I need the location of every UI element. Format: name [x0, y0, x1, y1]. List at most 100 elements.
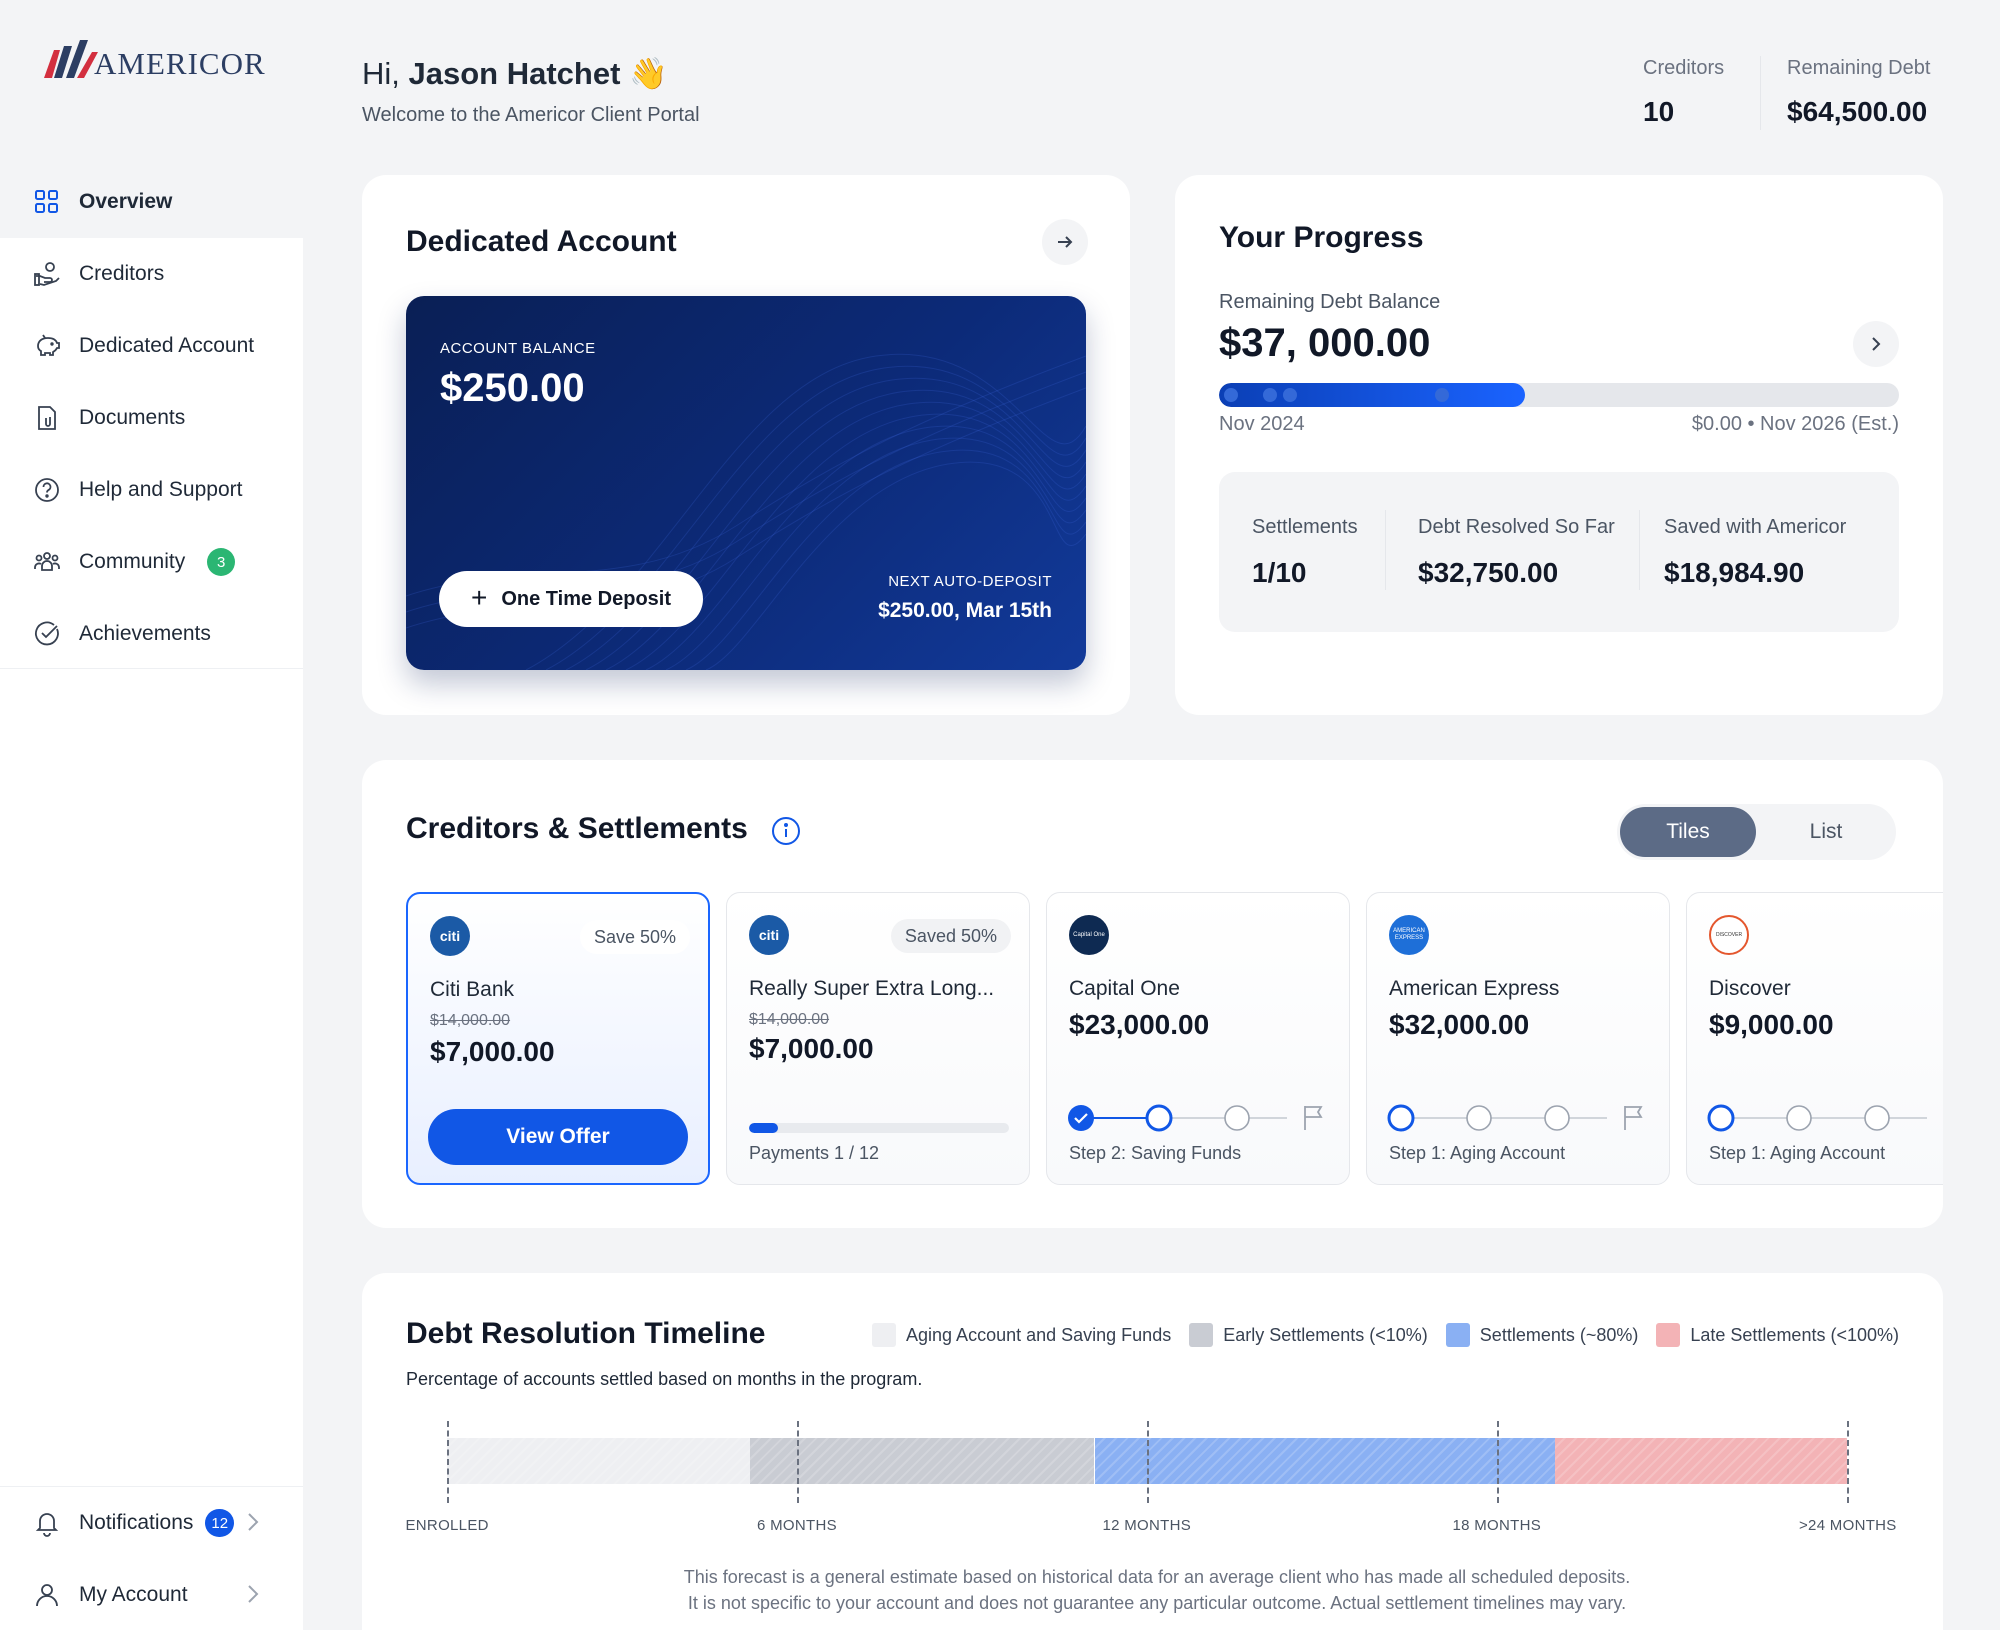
dedicated-account-card: Dedicated Account ACCOUNT BALANCE $250.0… [362, 175, 1130, 715]
creditor-tile-discover[interactable]: DISCOVER Discover $9,000.00 Step 1: Agin… [1686, 892, 1943, 1185]
payments-progress-fill [749, 1123, 778, 1133]
sidebar-item-community[interactable]: Community 3 [0, 526, 303, 598]
stat-divider [1639, 510, 1640, 590]
legend-item-settlements: Settlements (~80%) [1445, 1323, 1638, 1347]
progress-start-label: Nov 2024 [1219, 413, 1305, 435]
step-label: Step 1: Aging Account [1709, 1143, 1886, 1163]
header-creditors-stat: Creditors 10 [1643, 57, 1724, 128]
chevron-right-icon [247, 1512, 259, 1537]
account-balance-value: $250.00 [440, 366, 585, 410]
progress-details-button[interactable] [1853, 321, 1899, 367]
creditor-tile-capital-one[interactable]: Capital One Capital One $23,000.00 Step … [1046, 892, 1350, 1185]
hand-coins-icon [33, 260, 61, 288]
americor-logo-mark-icon [44, 40, 98, 78]
progress-stats: Settlements 1/10 Debt Resolved So Far $3… [1219, 472, 1899, 632]
creditor-name: Citi Bank [430, 978, 515, 1001]
flag-icon [1624, 1106, 1643, 1130]
citi-logo-icon: citi [430, 916, 470, 956]
sidebar-item-my-account[interactable]: My Account [0, 1559, 303, 1630]
chevron-right-icon [247, 1584, 259, 1609]
progress-end-label: $0.00 • Nov 2026 (Est.) [1691, 413, 1899, 435]
welcome-text: Welcome to the Americor Client Portal [362, 104, 700, 126]
original-amount: $14,000.00 [749, 1011, 830, 1028]
main-nav: Overview Creditors Dedicated Account Doc… [0, 166, 303, 670]
sidebar-item-label: My Account [79, 1583, 188, 1606]
stat-label: Saved with Americor [1664, 516, 1847, 538]
info-icon[interactable] [770, 815, 802, 847]
settled-amount: $7,000.00 [749, 1033, 874, 1064]
creditors-card: Creditors & Settlements Tiles List citi … [362, 760, 1943, 1228]
timeline-tick-label: 6 MONTHS [757, 1517, 837, 1534]
timeline-card: Debt Resolution Timeline Percentage of a… [362, 1273, 1943, 1630]
americor-logo[interactable]: AMERICOR [44, 38, 266, 82]
sidebar-item-label: Help and Support [79, 478, 243, 501]
card-title: Your Progress [1219, 221, 1424, 254]
creditor-tile-american-express[interactable]: AMERICAN EXPRESS American Express $32,00… [1366, 892, 1670, 1185]
logo-area: AMERICOR [0, 0, 303, 166]
creditor-tile-long-name[interactable]: citi Saved 50% Really Super Extra Long..… [726, 892, 1030, 1185]
sidebar-item-overview[interactable]: Overview [0, 166, 303, 238]
legend-swatch [1189, 1323, 1214, 1347]
people-icon [33, 548, 61, 576]
chevron-right-icon [1872, 337, 1881, 351]
user-icon [33, 1581, 61, 1609]
creditor-name: Really Super Extra Long... [749, 977, 995, 1000]
progress-card: Your Progress Remaining Debt Balance $37… [1175, 175, 1943, 715]
tab-tiles[interactable]: Tiles [1620, 807, 1756, 857]
check-circle-icon [33, 620, 61, 648]
stat-label: Remaining Debt [1787, 57, 1931, 79]
card-title: Dedicated Account [406, 225, 677, 258]
timeline-segment [447, 1438, 751, 1484]
bell-icon [33, 1509, 61, 1537]
stat-label: Creditors [1643, 57, 1725, 79]
timeline-tick-line [1847, 1421, 1849, 1503]
timeline-segment [1555, 1438, 1847, 1484]
step-label: Step 2: Saving Funds [1069, 1143, 1242, 1163]
stat-saved: Saved with Americor $18,984.90 [1664, 516, 1846, 589]
savings-pill: Saved 50% [890, 919, 1011, 953]
payments-progress-bar [749, 1123, 1009, 1133]
sidebar-item-notifications[interactable]: Notifications 12 [0, 1487, 303, 1559]
header-divider [1760, 56, 1761, 130]
sidebar-item-label: Achievements [79, 622, 211, 645]
step-current-icon [1145, 1104, 1173, 1132]
legend-item-early: Early Settlements (<10%) [1189, 1323, 1428, 1347]
timeline-segment [1094, 1438, 1556, 1484]
card-title: Debt Resolution Timeline [406, 1317, 766, 1350]
account-balance-card: ACCOUNT BALANCE $250.00 + One Time Depos… [406, 296, 1086, 670]
step-pending-icon [1786, 1105, 1812, 1131]
dedicated-account-open-button[interactable] [1042, 219, 1088, 265]
sidebar-item-documents[interactable]: Documents [0, 382, 303, 454]
creditor-name: American Express [1389, 977, 1560, 1000]
sidebar-item-achievements[interactable]: Achievements [0, 598, 303, 670]
progress-bar [1219, 383, 1899, 407]
stat-value: 10 [1643, 96, 1675, 127]
one-time-deposit-button[interactable]: + One Time Deposit [439, 571, 703, 627]
citi-logo-icon: citi [749, 915, 789, 955]
legend-swatch [1656, 1323, 1681, 1347]
balance-amount: $32,000.00 [1389, 1009, 1530, 1040]
stat-settlements: Settlements 1/10 [1252, 516, 1358, 589]
sidebar: AMERICOR Overview Creditors Dedicated Ac… [0, 0, 303, 1630]
sidebar-item-help[interactable]: Help and Support [0, 454, 303, 526]
stat-value: $32,750.00 [1418, 557, 1559, 588]
flag-icon [1304, 1106, 1323, 1130]
creditor-name: Capital One [1069, 977, 1180, 1000]
next-auto-deposit-label: NEXT AUTO-DEPOSIT [888, 573, 1052, 590]
greeting-prefix: Hi, [362, 56, 400, 91]
notifications-badge: 12 [205, 1509, 235, 1537]
progress-milestone-dot [1263, 388, 1277, 402]
card-title: Creditors & Settlements [406, 812, 748, 845]
sidebar-item-creditors[interactable]: Creditors [0, 238, 303, 310]
timeline-subtitle: Percentage of accounts settled based on … [406, 1369, 923, 1389]
tab-list[interactable]: List [1756, 807, 1896, 857]
discover-logo-icon: DISCOVER [1709, 915, 1749, 955]
user-name: Jason Hatchet [408, 56, 621, 91]
sidebar-item-label: Notifications [79, 1511, 194, 1534]
view-offer-button[interactable]: View Offer [428, 1109, 688, 1165]
sidebar-item-dedicated-account[interactable]: Dedicated Account [0, 310, 303, 382]
plus-icon: + [470, 581, 488, 613]
creditor-tile-citi-bank[interactable]: citi Save 50% Citi Bank $14,000.00 $7,00… [406, 892, 710, 1185]
brand-name: AMERICOR [94, 46, 266, 81]
original-amount: $14,000.00 [430, 1012, 511, 1029]
